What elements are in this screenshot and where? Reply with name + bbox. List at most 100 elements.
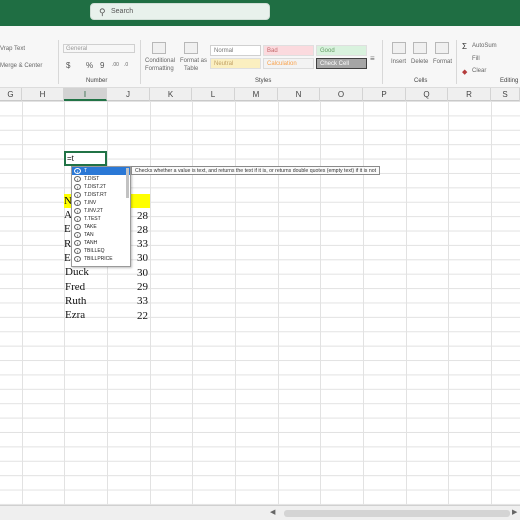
- style-check-cell[interactable]: Check Cell: [316, 58, 367, 69]
- autocomplete-item[interactable]: fT: [72, 167, 130, 175]
- ribbon: Vrap Text Merge & Center General $ % 9 .…: [0, 26, 520, 88]
- currency-button[interactable]: $: [66, 61, 70, 70]
- autocomplete-item[interactable]: f T.DIST.2T: [72, 183, 130, 191]
- cell-value[interactable]: 22: [118, 310, 148, 322]
- column-header-h[interactable]: H: [22, 88, 64, 101]
- cell-name[interactable]: Ruth: [65, 295, 86, 307]
- percent-button[interactable]: %: [86, 61, 93, 70]
- column-header-n[interactable]: N: [278, 88, 320, 101]
- column-header-i[interactable]: I: [64, 88, 107, 101]
- group-label-cells: Cells: [414, 78, 428, 84]
- column-header-o[interactable]: O: [320, 88, 363, 101]
- autocomplete-item[interactable]: f TBILLPRICE: [72, 255, 130, 263]
- horizontal-scrollbar[interactable]: [284, 510, 510, 517]
- style-normal[interactable]: Normal: [210, 45, 261, 56]
- active-cell-editor[interactable]: =t: [64, 151, 107, 166]
- cell-value[interactable]: 33: [118, 295, 148, 307]
- column-header-j[interactable]: J: [107, 88, 150, 101]
- conditional-formatting-icon: [152, 42, 166, 54]
- autocomplete-item-label: T: [84, 168, 88, 174]
- scroll-right-icon[interactable]: ▶: [512, 508, 517, 516]
- scroll-left-icon[interactable]: ◀: [270, 508, 275, 516]
- delete-button[interactable]: Delete: [411, 59, 428, 65]
- autocomplete-item[interactable]: f T.TEST: [72, 215, 130, 223]
- styles-more-icon[interactable]: ≡: [370, 54, 375, 63]
- autocomplete-item[interactable]: f TBILLEQ: [72, 247, 130, 255]
- title-bar: ⚲ Search: [0, 0, 520, 26]
- wrap-text-button[interactable]: Vrap Text: [0, 46, 25, 52]
- format-as-table-label-2[interactable]: Table: [184, 66, 198, 72]
- column-header-s[interactable]: S: [491, 88, 520, 101]
- increase-decimal-button[interactable]: .00: [112, 62, 119, 68]
- clear-button[interactable]: Clear: [472, 68, 486, 74]
- grid-line: [150, 101, 151, 505]
- eraser-icon[interactable]: ◆: [462, 68, 467, 76]
- autocomplete-item-label: T.DIST.2T: [84, 184, 106, 190]
- function-icon: f: [74, 192, 81, 198]
- cell-name[interactable]: E: [64, 252, 71, 264]
- autocomplete-item[interactable]: f T.INV: [72, 199, 130, 207]
- grid-line: [491, 101, 492, 505]
- grid-line: [235, 101, 236, 505]
- ribbon-separator: [140, 40, 141, 84]
- cell-value[interactable]: 30: [118, 267, 148, 279]
- cell-name[interactable]: Duck: [65, 266, 89, 278]
- function-icon: f: [74, 256, 81, 262]
- function-icon: f: [74, 200, 81, 206]
- autocomplete-scrollbar[interactable]: [126, 168, 129, 198]
- cell-name[interactable]: Ezra: [65, 309, 85, 321]
- ribbon-separator: [58, 40, 59, 84]
- autocomplete-item[interactable]: f T.INV.2T: [72, 207, 130, 215]
- autocomplete-item[interactable]: f T.DIST.RT: [72, 191, 130, 199]
- autosum-button[interactable]: AutoSum: [472, 43, 497, 49]
- function-autocomplete-list[interactable]: fT f T.DIST f T.DIST.2T f T.DIST.RT f T.INV …: [71, 166, 131, 267]
- autocomplete-item[interactable]: f TANH: [72, 239, 130, 247]
- autocomplete-item-label: TBILLEQ: [84, 248, 105, 254]
- search-box[interactable]: ⚲ Search: [90, 3, 270, 20]
- search-placeholder: Search: [111, 8, 134, 15]
- decrease-decimal-button[interactable]: .0: [124, 62, 128, 68]
- autocomplete-item-label: T.INV: [84, 200, 97, 206]
- function-icon: f: [74, 240, 81, 246]
- column-headers: G H I J K L M N O P Q R S: [0, 88, 520, 101]
- cell-name[interactable]: E: [64, 223, 71, 235]
- fill-button[interactable]: Fill: [472, 56, 480, 62]
- conditional-formatting-label-2[interactable]: Formatting: [145, 66, 174, 72]
- autocomplete-item-label: T.INV.2T: [84, 208, 103, 214]
- group-label-styles: Styles: [255, 78, 272, 84]
- style-good[interactable]: Good: [316, 45, 367, 56]
- column-header-q[interactable]: Q: [406, 88, 448, 101]
- conditional-formatting-label-1[interactable]: Conditional: [145, 58, 175, 64]
- insert-button[interactable]: Insert: [391, 59, 406, 65]
- style-bad[interactable]: Bad: [263, 45, 314, 56]
- column-header-g[interactable]: G: [0, 88, 22, 101]
- status-bar: ◀ ▶: [0, 505, 520, 520]
- cell-name[interactable]: Fred: [65, 281, 85, 293]
- function-icon: f: [74, 232, 81, 238]
- format-button[interactable]: Format: [433, 59, 452, 65]
- highlighted-cell[interactable]: [129, 194, 150, 208]
- cell-value[interactable]: 29: [118, 281, 148, 293]
- format-cells-icon: [435, 42, 449, 54]
- column-header-m[interactable]: M: [235, 88, 278, 101]
- autocomplete-item-label: T.DIST: [84, 176, 100, 182]
- search-icon: ⚲: [99, 7, 106, 17]
- number-format-dropdown[interactable]: General: [63, 44, 135, 53]
- autocomplete-item[interactable]: f TAN: [72, 231, 130, 239]
- autocomplete-item[interactable]: f T.DIST: [72, 175, 130, 183]
- format-as-table-label-1[interactable]: Format as: [180, 58, 207, 64]
- column-header-l[interactable]: L: [192, 88, 235, 101]
- merge-center-button[interactable]: Merge & Center: [0, 63, 42, 69]
- comma-button[interactable]: 9: [100, 61, 104, 70]
- grid-line: [448, 101, 449, 505]
- function-icon: f: [74, 176, 81, 182]
- autocomplete-item-label: T.TEST: [84, 216, 101, 222]
- style-neutral[interactable]: Neutral: [210, 58, 261, 69]
- autosum-icon[interactable]: Σ: [462, 42, 467, 51]
- column-header-k[interactable]: K: [150, 88, 192, 101]
- style-calculation[interactable]: Calculation: [263, 58, 314, 69]
- column-header-r[interactable]: R: [448, 88, 491, 101]
- autocomplete-item[interactable]: f TAKE: [72, 223, 130, 231]
- grid-line: [192, 101, 193, 505]
- column-header-p[interactable]: P: [363, 88, 406, 101]
